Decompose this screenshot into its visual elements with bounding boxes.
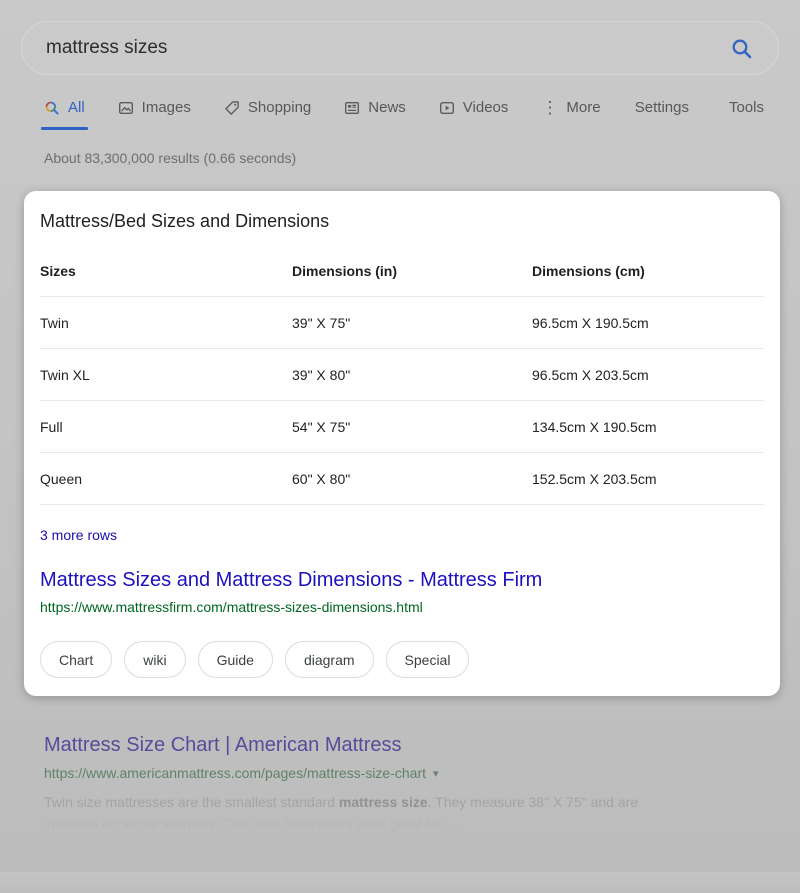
price-tag-icon <box>224 100 240 116</box>
table-row: Twin XL 39" X 80" 96.5cm X 203.5cm <box>40 349 764 401</box>
col-header-dimensions-cm: Dimensions (cm) <box>532 263 764 279</box>
cell-dim-cm: 152.5cm X 203.5cm <box>532 471 764 487</box>
tab-shopping[interactable]: Shopping <box>224 99 311 130</box>
tab-shopping-label: Shopping <box>248 99 311 116</box>
tab-more[interactable]: ⋮ More <box>541 99 600 130</box>
search-query-text[interactable]: mattress sizes <box>46 37 167 59</box>
snippet-bold-text: mattress size <box>339 794 428 810</box>
snippet-source-title-link[interactable]: Mattress Sizes and Mattress Dimensions -… <box>40 569 764 592</box>
table-header-row: Sizes Dimensions (in) Dimensions (cm) <box>40 246 764 297</box>
search-icon[interactable] <box>730 37 754 66</box>
table-row: Twin 39" X 75" 96.5cm X 190.5cm <box>40 297 764 349</box>
sizes-table: Sizes Dimensions (in) Dimensions (cm) Tw… <box>40 246 764 505</box>
active-tab-underline <box>41 127 88 130</box>
chip-special[interactable]: Special <box>386 641 470 678</box>
col-header-dimensions-in: Dimensions (in) <box>292 263 532 279</box>
cell-dim-in: 54" X 75" <box>292 419 532 435</box>
vertical-dots-icon: ⋮ <box>541 102 558 114</box>
tab-more-label: More <box>566 99 600 116</box>
organic-result-url-row: https://www.americanmattress.com/pages/m… <box>44 765 756 781</box>
related-chips: Chart wiki Guide diagram Special <box>40 641 764 680</box>
organic-result-snippet: Twin size mattresses are the smallest st… <box>44 792 756 834</box>
bottom-fade-overlay <box>0 859 800 893</box>
tab-images[interactable]: Images <box>118 99 191 130</box>
results-stats: About 83,300,000 results (0.66 seconds) <box>44 150 800 166</box>
cell-dim-in: 39" X 80" <box>292 367 532 383</box>
organic-result-url: https://www.americanmattress.com/pages/m… <box>44 765 426 781</box>
snippet-text: . They measure 38" X 75" and are <box>428 794 638 810</box>
cell-dim-cm: 96.5cm X 190.5cm <box>532 315 764 331</box>
chip-wiki[interactable]: wiki <box>124 641 185 678</box>
cell-size: Twin <box>40 315 292 331</box>
cell-dim-in: 39" X 75" <box>292 315 532 331</box>
more-rows-link[interactable]: 3 more rows <box>40 527 117 543</box>
cell-dim-in: 60" X 80" <box>292 471 532 487</box>
tab-all-label: All <box>68 99 85 116</box>
col-header-sizes: Sizes <box>40 263 292 279</box>
chip-chart[interactable]: Chart <box>40 641 112 678</box>
tab-images-label: Images <box>142 99 191 116</box>
tab-videos[interactable]: Videos <box>439 99 509 130</box>
tab-news-label: News <box>368 99 406 116</box>
cell-dim-cm: 96.5cm X 203.5cm <box>532 367 764 383</box>
tab-settings[interactable]: Settings <box>635 99 689 130</box>
tab-tools-label: Tools <box>729 99 764 116</box>
snippet-text-faded: intended for single sleepers. Twin size … <box>44 815 458 831</box>
image-icon <box>118 100 134 116</box>
tab-videos-label: Videos <box>463 99 509 116</box>
cell-size: Full <box>40 419 292 435</box>
cell-size: Queen <box>40 471 292 487</box>
search-input[interactable]: mattress sizes <box>21 21 779 75</box>
table-row: Full 54" X 75" 134.5cm X 190.5cm <box>40 401 764 453</box>
tab-news[interactable]: News <box>344 99 406 130</box>
snippet-text: Twin size mattresses are the smallest st… <box>44 794 339 810</box>
snippet-title: Mattress/Bed Sizes and Dimensions <box>40 211 764 232</box>
organic-result-title-link[interactable]: Mattress Size Chart | American Mattress <box>44 734 756 757</box>
snippet-source-url: https://www.mattressfirm.com/mattress-si… <box>40 599 764 615</box>
chip-diagram[interactable]: diagram <box>285 641 374 678</box>
play-video-icon <box>439 100 455 116</box>
cell-size: Twin XL <box>40 367 292 383</box>
cell-dim-cm: 134.5cm X 190.5cm <box>532 419 764 435</box>
newspaper-icon <box>344 100 360 116</box>
colorful-search-icon <box>44 100 60 116</box>
tab-settings-label: Settings <box>635 99 689 116</box>
chevron-down-icon[interactable]: ▾ <box>433 767 439 780</box>
tab-all[interactable]: All <box>44 99 85 130</box>
organic-result: Mattress Size Chart | American Mattress … <box>44 734 756 834</box>
search-tabs: All Images Shopping News <box>44 99 764 130</box>
chip-guide[interactable]: Guide <box>198 641 273 678</box>
tab-tools[interactable]: Tools <box>729 99 764 130</box>
featured-snippet-card: Mattress/Bed Sizes and Dimensions Sizes … <box>24 191 780 696</box>
table-row: Queen 60" X 80" 152.5cm X 203.5cm <box>40 453 764 505</box>
